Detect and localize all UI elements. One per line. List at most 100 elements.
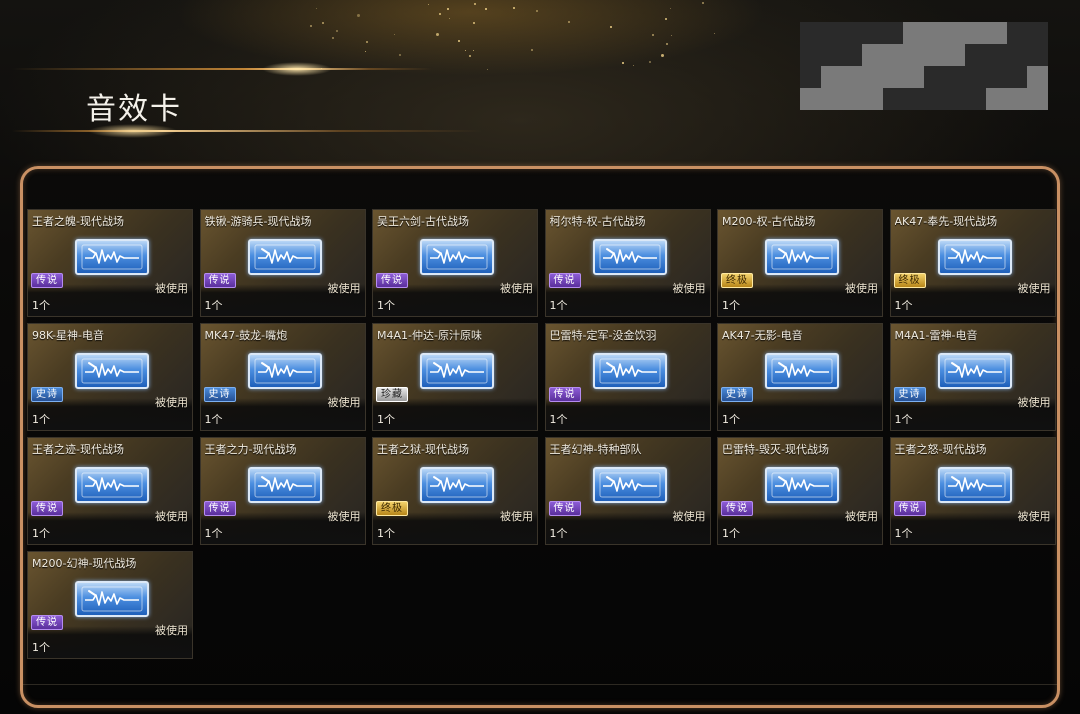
mosaic-cell [903, 66, 924, 88]
card-name: 铁锹-游骑兵-现代战场 [204, 215, 312, 228]
mosaic-cell [944, 88, 966, 110]
sparkle [661, 54, 664, 57]
soundwave-card-icon [75, 467, 149, 503]
sparkle [322, 22, 324, 24]
sound-card[interactable]: M200-权-古代战场 终极 被使用 1个 [717, 209, 883, 317]
card-quantity: 1个 [722, 299, 740, 312]
sparkle [671, 35, 672, 36]
sound-card[interactable]: 柯尔特-权-古代战场 传说 被使用 1个 [544, 209, 711, 317]
sparkle [336, 30, 338, 32]
decorative-glow [262, 62, 332, 76]
card-name: M4A1-雷神-电音 [894, 329, 978, 342]
card-name: 王者之魄-现代战场 [32, 215, 124, 228]
mosaic-cell [1006, 22, 1028, 44]
mosaic-cell [800, 44, 821, 66]
sound-card[interactable]: M4A1-仲达-原汁原味 珍藏 1个 [372, 323, 538, 431]
in-use-label: 被使用 [672, 510, 706, 523]
mosaic-cell [841, 44, 862, 66]
sound-card-screen: 音效卡 王者之魄-现代战场 传说 被使用 1个 铁锹-游骑兵-现代战场 传说 被… [0, 0, 1080, 714]
rarity-badge: 终极 [721, 273, 753, 288]
mosaic-cell [861, 66, 883, 88]
sound-card[interactable]: 王者之狱-现代战场 终极 被使用 1个 [372, 437, 538, 545]
sound-card[interactable]: 王者之魄-现代战场 传说 被使用 1个 [27, 209, 193, 317]
card-name: AK47-奉先-现代战场 [894, 215, 998, 228]
sparkle [473, 22, 475, 24]
sound-card[interactable]: 铁锹-游骑兵-现代战场 传说 被使用 1个 [199, 209, 366, 317]
sparkle [316, 8, 317, 9]
sound-card[interactable]: AK47-无影-电音 史诗 1个 [717, 323, 883, 431]
card-quantity: 1个 [377, 527, 395, 540]
mosaic-cell [923, 22, 945, 44]
rarity-badge: 传说 [203, 273, 236, 288]
sound-card[interactable]: AK47-奉先-现代战场 终极 被使用 1个 [889, 209, 1056, 317]
rarity-badge: 传说 [31, 501, 63, 516]
sound-card[interactable]: M4A1-雷神-电音 史诗 被使用 1个 [889, 323, 1056, 431]
soundwave-card-icon [420, 467, 494, 503]
soundwave-card-icon [765, 353, 839, 389]
mosaic-cell [944, 66, 966, 88]
sparkle [439, 13, 441, 15]
sparkle [458, 40, 460, 42]
rarity-badge: 史诗 [721, 387, 753, 402]
mosaic-cell [1006, 88, 1028, 110]
mosaic-cell [903, 44, 924, 66]
pixelated-user-info [800, 22, 1048, 110]
sparkle [665, 18, 667, 20]
sound-card[interactable]: 王者之怒-现代战场 传说 被使用 1个 [889, 437, 1056, 545]
in-use-label: 被使用 [155, 510, 188, 523]
card-name: 98K-星神-电音 [32, 329, 104, 342]
rarity-badge: 传说 [203, 501, 236, 516]
sparkle [447, 8, 449, 10]
rarity-badge: 史诗 [31, 387, 63, 402]
card-name: M200-幻神-现代战场 [32, 557, 137, 570]
card-quantity: 1个 [377, 299, 395, 312]
mosaic-cell [985, 66, 1007, 88]
sparkle [449, 18, 450, 19]
sound-card[interactable]: 王者之迹-现代战场 传说 被使用 1个 [27, 437, 193, 545]
sparkle [321, 68, 322, 69]
mosaic-cell [965, 88, 986, 110]
sound-card[interactable]: 王者幻神-特种部队 传说 被使用 1个 [544, 437, 711, 545]
card-quantity: 1个 [722, 527, 740, 540]
waveform-icon [254, 244, 315, 270]
decorative-gold-line [12, 68, 432, 70]
sound-card[interactable]: MK47-鼓龙-嘴炮 史诗 被使用 1个 [199, 323, 366, 431]
soundwave-card-icon [592, 239, 667, 275]
sparkle [436, 33, 439, 36]
mosaic-cell [923, 88, 945, 110]
waveform-icon [254, 472, 315, 498]
card-quantity: 1个 [204, 413, 223, 426]
sparkle [310, 25, 312, 27]
rarity-badge: 传说 [548, 273, 581, 288]
mosaic-cell [861, 22, 883, 44]
mosaic-cell [800, 88, 821, 110]
sound-card[interactable]: 巴雷特-毁灭-现代战场 传说 被使用 1个 [717, 437, 883, 545]
mosaic-cell [965, 66, 986, 88]
sound-card[interactable]: M200-幻神-现代战场 传说 被使用 1个 [27, 551, 193, 659]
mosaic-cell [1027, 44, 1048, 66]
card-quantity: 1个 [204, 299, 223, 312]
soundwave-card-icon [247, 353, 322, 389]
waveform-icon [81, 244, 143, 270]
card-quantity: 1个 [894, 527, 913, 540]
sound-card[interactable]: 吴王六剑-古代战场 传说 被使用 1个 [372, 209, 538, 317]
sparkle [633, 65, 634, 66]
mosaic-cell [820, 66, 842, 88]
in-use-label: 被使用 [155, 396, 188, 409]
card-name: 吴王六剑-古代战场 [377, 215, 469, 228]
card-name: 巴雷特-毁灭-现代战场 [722, 443, 829, 456]
waveform-icon [771, 244, 833, 270]
sparkle [465, 50, 466, 51]
mosaic-cell [820, 44, 842, 66]
waveform-icon [599, 358, 660, 384]
sound-card[interactable]: 巴雷特-定军-没金饮羽 传说 1个 [544, 323, 711, 431]
sparkle [513, 7, 515, 9]
mosaic-cell [841, 88, 862, 110]
mosaic-cell [820, 88, 842, 110]
sound-card[interactable]: 98K-星神-电音 史诗 被使用 1个 [27, 323, 193, 431]
mosaic-cell [923, 44, 945, 66]
sparkle [536, 10, 538, 12]
card-quantity: 1个 [894, 299, 913, 312]
sound-card[interactable]: 王者之力-现代战场 传说 被使用 1个 [199, 437, 366, 545]
in-use-label: 被使用 [845, 510, 878, 523]
